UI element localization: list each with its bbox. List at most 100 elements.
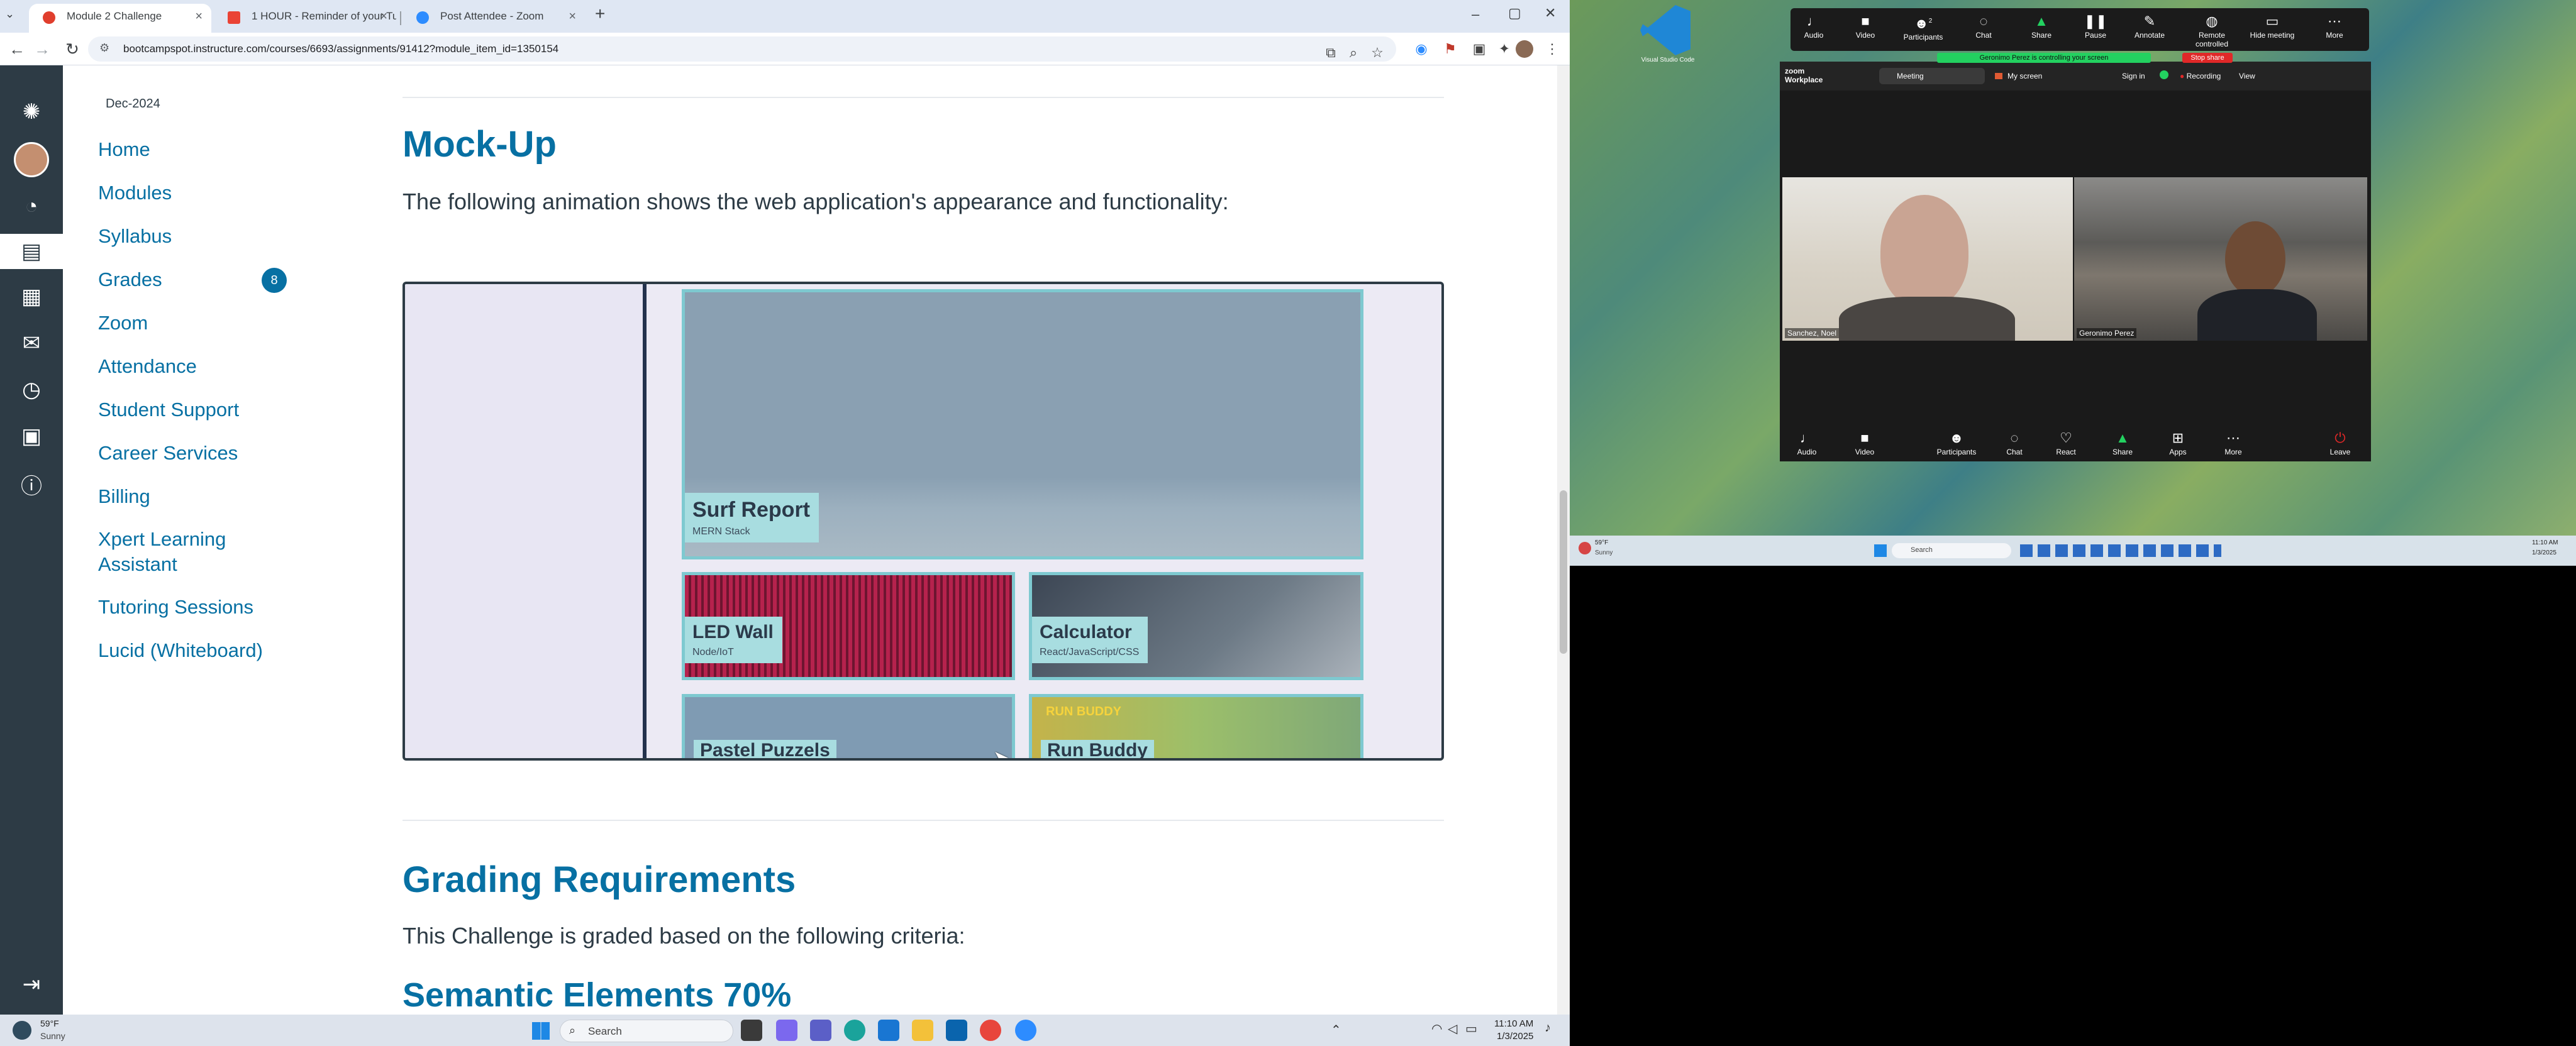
file-explorer-icon[interactable] (741, 1020, 762, 1041)
close-tab-icon[interactable]: × (569, 4, 576, 29)
zoom-meeting-window: zoom Workplace Meeting My screen Sign in… (1780, 62, 2371, 461)
tab-module-2-challenge[interactable]: Module 2 Challenge × (29, 4, 211, 33)
start-icon[interactable] (532, 1022, 550, 1040)
zoom-chat-button[interactable]: ◌ Chat (1962, 12, 2006, 40)
zoom-bottom-video[interactable]: ■ Video (1843, 429, 1887, 456)
url-text[interactable]: bootcampspot.instructure.com/courses/669… (123, 36, 558, 62)
zoom-hide-meeting-button[interactable]: ▭ Hide meeting (2246, 12, 2299, 40)
courses-icon[interactable]: ▤ (0, 234, 63, 269)
clock-date[interactable]: 1/3/2025 (1497, 1031, 1533, 1042)
zoom-bottom-chat[interactable]: ◌ Chat (1992, 429, 2036, 456)
course-nav-syllabus[interactable]: Syllabus (98, 224, 172, 249)
zoom-sign-in[interactable]: Sign in (2122, 72, 2145, 80)
close-tab-icon[interactable]: × (195, 4, 203, 29)
extension-flag-icon[interactable]: ⚑ (1440, 38, 1460, 60)
course-nav-grades[interactable]: Grades (98, 267, 162, 292)
taskbar-search-box[interactable]: ⌕ Search (560, 1020, 733, 1042)
weather-temp[interactable]: 59°F (40, 1018, 59, 1028)
dashboard-icon[interactable]: ◔ (14, 189, 49, 224)
extension-zoom-icon[interactable]: ◉ (1411, 38, 1431, 60)
notification-bell-icon[interactable]: ♪ (1545, 1021, 1551, 1035)
back-button[interactable]: ← (6, 39, 28, 59)
zoom-bottom-audio[interactable]: ♩ Audio (1785, 429, 1829, 456)
tab-list-chevron-icon[interactable]: ⌄ (5, 8, 14, 21)
history-icon[interactable]: ◷ (14, 372, 49, 407)
start-icon[interactable] (1874, 544, 1887, 557)
course-nav-modules[interactable]: Modules (98, 180, 172, 206)
stop-share-button[interactable]: Stop share (2182, 53, 2233, 63)
profile-avatar[interactable] (1516, 40, 1533, 58)
zoom-tab-meeting[interactable]: Meeting (1879, 68, 1985, 84)
page-scroll-thumb[interactable] (1560, 490, 1567, 654)
chrome-icon[interactable] (980, 1020, 1001, 1041)
close-window-button[interactable]: ✕ (1545, 5, 1556, 21)
zoom-bottom-react[interactable]: ♡ React (2044, 429, 2088, 456)
zoom-annotate-button[interactable]: ✎ Annotate (2128, 12, 2172, 40)
volume-icon[interactable]: ◁ (1448, 1021, 1457, 1037)
share-icon: ▲ (2035, 13, 2048, 29)
zoom-share-button[interactable]: ▲ Share (2019, 12, 2063, 40)
course-nav-attendance[interactable]: Attendance (98, 354, 197, 379)
canvas-logo-icon[interactable]: ✺ (14, 94, 49, 129)
zoom-audio-button[interactable]: ♩ Audio (1792, 12, 1836, 40)
collapse-nav-icon[interactable]: ⇥ (14, 967, 49, 1002)
zoom-bottom-share[interactable]: ▲ Share (2101, 429, 2145, 456)
forward-button[interactable]: → (31, 39, 53, 59)
course-nav-zoom[interactable]: Zoom (98, 311, 148, 336)
zoom-view-button[interactable]: View (2239, 72, 2255, 80)
install-app-icon[interactable]: ⧉ (1321, 41, 1341, 64)
battery-icon[interactable]: ▭ (1465, 1021, 1477, 1037)
zoom-title-bar: zoom Workplace Meeting My screen Sign in… (1780, 62, 2371, 91)
chrome-menu-icon[interactable]: ⋮ (1542, 38, 1562, 60)
tray-chevron-icon[interactable]: ⌃ (1331, 1022, 1341, 1038)
zoom-pause-button[interactable]: ❚❚ Pause (2074, 12, 2118, 40)
zoom-participants-button[interactable]: ☻2 Participants (1901, 12, 1945, 41)
zoom-more-button[interactable]: ⋯ More (2312, 12, 2357, 40)
clock-time[interactable]: 11:10 AM (1494, 1018, 1533, 1029)
new-tab-button[interactable]: + (595, 4, 605, 24)
course-nav-lucid[interactable]: Lucid (Whiteboard) (98, 638, 263, 663)
course-nav-student-support[interactable]: Student Support (98, 397, 239, 422)
minimize-button[interactable]: – (1472, 6, 1479, 23)
course-nav-home[interactable]: Home (98, 137, 150, 162)
bookmark-star-icon[interactable]: ☆ (1367, 41, 1387, 64)
course-nav-xpert[interactable]: Xpert Learning Assistant (98, 527, 262, 577)
site-info-icon[interactable]: ⚙ (99, 41, 109, 55)
zoom-leave-button[interactable]: ⏻ Leave (2318, 429, 2362, 456)
help-icon[interactable]: ⓘ (14, 466, 49, 502)
vscode-desktop-shortcut[interactable]: Visual Studio Code (1630, 5, 1706, 68)
inbox-icon[interactable]: ✉ (14, 326, 49, 361)
course-nav-tutoring[interactable]: Tutoring Sessions (98, 595, 253, 620)
course-nav-billing[interactable]: Billing (98, 484, 150, 509)
zoom-bottom-more[interactable]: ⋯ More (2211, 429, 2255, 456)
zoom-tab-my-screen[interactable]: My screen (1991, 68, 2042, 84)
teams-icon[interactable] (810, 1020, 831, 1041)
zoom-bottom-participants[interactable]: ☻ Participants (1935, 429, 1979, 456)
tab-reminder[interactable]: 1 HOUR - Reminder of your Tu × (214, 4, 396, 33)
taskbar-search-box[interactable]: Search (1892, 543, 2011, 558)
store-icon[interactable] (878, 1020, 899, 1041)
edge-icon[interactable] (844, 1020, 865, 1041)
taskbar-right: 59°F Sunny Search 11:10 AM 1/3/2025 (1570, 536, 2576, 566)
tab-post-attendee-zoom[interactable]: Post Attendee - Zoom × (402, 4, 585, 33)
calendar-icon[interactable]: ▦ (14, 279, 49, 314)
zoom-app-icon[interactable] (1015, 1020, 1036, 1041)
extension-camera-icon[interactable]: ▣ (1469, 38, 1489, 60)
zoom-meeting-controls: ♩ Audio ■ Video ☻ Participants ◌ Chat ♡ React… (1780, 426, 2371, 461)
omnibox[interactable]: ⚙ bootcampspot.instructure.com/courses/6… (88, 36, 1396, 62)
extensions-puzzle-icon[interactable]: ✦ (1494, 38, 1514, 60)
studio-icon[interactable]: ▣ (14, 419, 49, 454)
zoom-video-button[interactable]: ■ Video (1843, 12, 1887, 40)
explorer-folder-icon[interactable] (912, 1020, 933, 1041)
account-avatar[interactable] (14, 142, 49, 177)
close-tab-icon[interactable]: × (380, 4, 387, 29)
wifi-icon[interactable]: ◠ (1431, 1021, 1442, 1037)
course-nav-career-services[interactable]: Career Services (98, 441, 238, 466)
outlook-icon[interactable] (946, 1020, 967, 1041)
zoom-icon[interactable]: ⌕ (1343, 41, 1363, 64)
zoom-remote-control-button[interactable]: ◍ Remote controlled (2182, 12, 2242, 48)
zoom-bottom-apps[interactable]: ⊞ Apps (2156, 429, 2200, 456)
reload-button[interactable]: ↻ (62, 39, 83, 59)
copilot-icon[interactable] (776, 1020, 797, 1041)
maximize-button[interactable]: ▢ (1508, 5, 1521, 21)
